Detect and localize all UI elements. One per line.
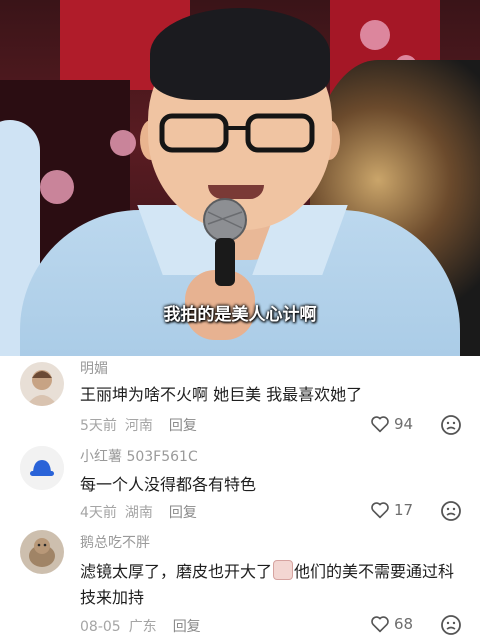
video-subtitle: 我拍的是美人心计啊	[163, 305, 317, 325]
avatar[interactable]	[20, 362, 64, 406]
comment-time: 4天前	[80, 505, 117, 521]
comment-time: 08-05	[80, 619, 121, 635]
reply-button[interactable]: 回复	[169, 505, 197, 521]
reply-button[interactable]: 回复	[169, 418, 197, 434]
comment-meta: 4天前 湖南 回复	[80, 502, 205, 522]
comment-text-part: 滤镜太厚了，磨皮也开大了	[80, 562, 273, 581]
blossom-decoration	[110, 130, 136, 156]
hair	[150, 8, 330, 100]
like-button[interactable]: 68	[370, 615, 413, 633]
video-frame[interactable]: 我拍的是美人心计啊	[0, 0, 480, 356]
comment-text: 王丽坤为啥不火啊 她巨美 我最喜欢她了	[80, 385, 363, 404]
comment-meta: 5天前 河南 回复	[80, 415, 205, 435]
mouth	[208, 185, 264, 199]
like-button[interactable]: 94	[370, 415, 413, 433]
unhappy-face-icon[interactable]	[440, 500, 462, 522]
blossom-decoration	[40, 170, 74, 204]
heart-outline-icon	[371, 416, 389, 433]
comment-location: 广东	[128, 619, 157, 635]
unhappy-face-icon[interactable]	[440, 414, 462, 436]
avatar[interactable]	[20, 446, 64, 490]
heart-outline-icon	[371, 616, 389, 633]
comment-item: 明媚 王丽坤为啥不火啊 她巨美 我最喜欢她了 5天前 河南 回复 94	[0, 356, 480, 444]
avatar[interactable]	[20, 530, 64, 574]
comment-username[interactable]: 明媚	[80, 358, 108, 378]
glasses-icon	[159, 113, 315, 153]
comment-location: 河南	[124, 418, 153, 434]
like-count: 17	[394, 501, 414, 519]
heart-outline-icon	[371, 502, 389, 519]
like-count: 68	[394, 615, 414, 633]
like-button[interactable]: 17	[370, 501, 413, 519]
comment-meta: 08-05 广东 回复	[80, 616, 209, 636]
unhappy-face-icon[interactable]	[440, 614, 462, 636]
blossom-decoration	[360, 20, 390, 50]
reply-button[interactable]: 回复	[173, 619, 201, 635]
comment-text: 每一个人没得都各有特色	[80, 475, 257, 494]
comment-time: 5天前	[80, 418, 117, 434]
sticker-emoji-icon	[273, 560, 294, 580]
like-count: 94	[394, 415, 414, 433]
comment-location: 湖南	[124, 505, 153, 521]
comment-item: 鹅总吃不胖 滤镜太厚了，磨皮也开大了 他们的美不需要通过科技来加持 08-05 广东…	[0, 530, 480, 640]
microphone-icon	[203, 198, 247, 286]
comment-username[interactable]: 小红薯 503F561C	[80, 446, 198, 466]
comment-text: 滤镜太厚了，磨皮也开大了 他们的美不需要通过科技来加持	[80, 559, 460, 611]
comment-username[interactable]: 鹅总吃不胖	[80, 532, 150, 552]
comment-item: 小红薯 503F561C 每一个人没得都各有特色 4天前 湖南 回复 17	[0, 444, 480, 530]
